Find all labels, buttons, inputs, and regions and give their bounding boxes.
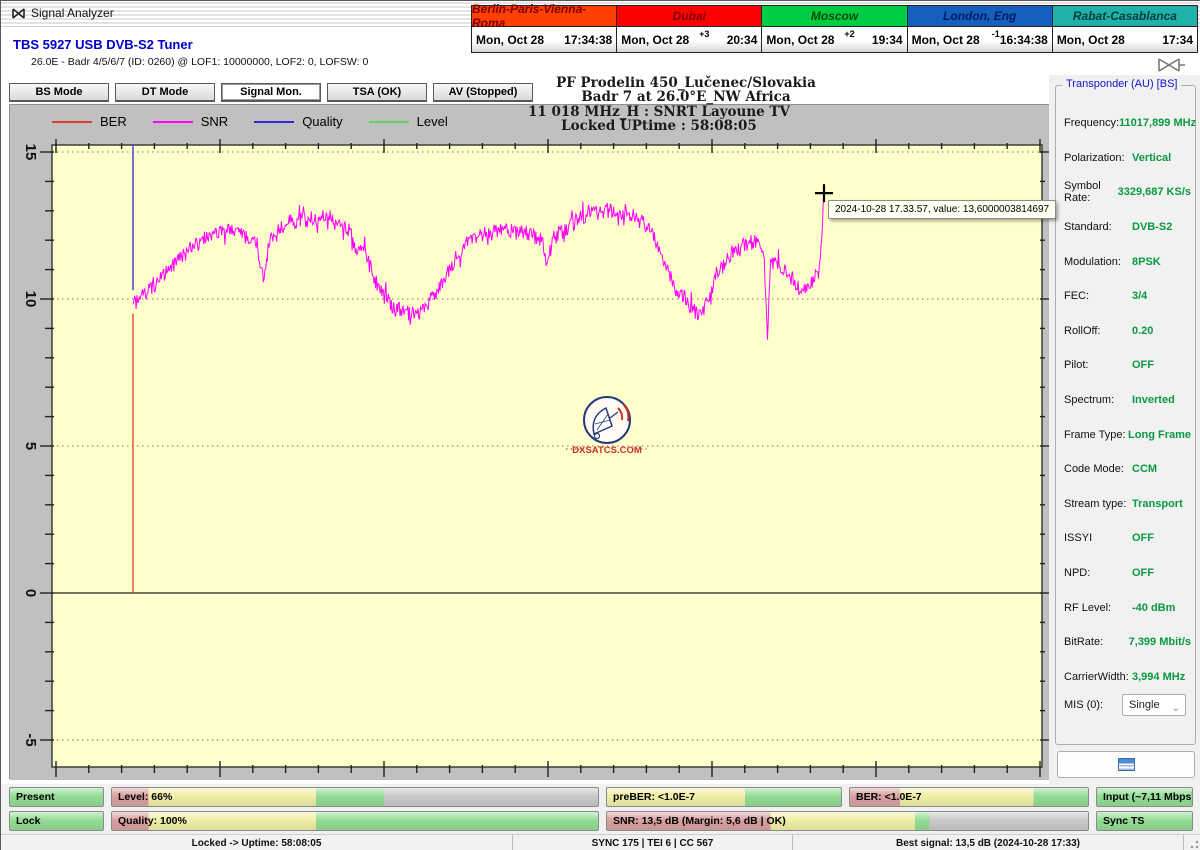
dxsatcs-watermark-logo: DXSATCS.COM — [566, 394, 648, 460]
ber-line-swatch — [52, 121, 92, 123]
bs-mode-button[interactable]: BS Mode — [9, 83, 109, 102]
transponder-row: BitRate:7,399 Mbit/s — [1064, 625, 1191, 660]
clock-time: 20:34 — [727, 33, 758, 47]
quality-meter: Quality: 100% — [111, 811, 599, 831]
clock-london: London, Eng Mon, Oct 28 -1 16:34:38 — [908, 6, 1053, 52]
clock-utc-offset: -1 — [992, 29, 1000, 39]
transponder-groupbox: Transponder (AU) [BS] Frequency:11017,89… — [1055, 85, 1196, 745]
clock-utc-offset: +3 — [699, 29, 709, 39]
dt-mode-button[interactable]: DT Mode — [115, 83, 215, 102]
tsa-button[interactable]: TSA (OK) — [327, 83, 427, 102]
transponder-row: RF Level:-40 dBm — [1064, 590, 1191, 625]
header-line4: Locked UPtime : 58:08:05 — [399, 119, 919, 133]
clock-date: Mon, Oct 28 — [912, 33, 980, 47]
meter-area: Present Level: 66% preBER: <1.0E-7 BER: … — [1, 784, 1200, 834]
signal-mon-button[interactable]: Signal Mon. — [221, 83, 321, 102]
clock-city-label: London, Eng — [908, 6, 1052, 27]
clock-date: Mon, Oct 28 — [621, 33, 689, 47]
status-uptime: Locked -> Uptime: 58:08:05 — [1, 835, 513, 850]
transponder-row: FEC:3/4 — [1064, 279, 1191, 314]
preber-meter: preBER: <1.0E-7 — [606, 787, 842, 807]
meter-row-1: Present Level: 66% preBER: <1.0E-7 BER: … — [9, 787, 1193, 807]
tuner-config: 26.0E - Badr 4/5/6/7 (ID: 0260) @ LOF1: … — [31, 56, 368, 68]
clock-city-label: Dubai — [617, 6, 761, 27]
transponder-row: Symbol Rate:3329,687 KS/s — [1064, 175, 1191, 210]
transponder-row: Standard:DVB-S2 — [1064, 210, 1191, 245]
world-clocks: Berlin-Paris-Vienna-Roma Mon, Oct 28 17:… — [471, 5, 1198, 53]
clock-time: 19:34 — [872, 33, 903, 47]
transponder-row: Pilot:OFF — [1064, 348, 1191, 383]
value-tooltip: 2024-10-28 17.33.57, value: 13,600000381… — [828, 200, 1056, 219]
transponder-row: Code Mode:CCM — [1064, 452, 1191, 487]
clock-time: 17:34 — [1162, 33, 1193, 47]
clock-berlin: Berlin-Paris-Vienna-Roma Mon, Oct 28 17:… — [472, 6, 617, 52]
signal-analyzer-window: Signal Analyzer TBS 5927 USB DVB-S2 Tune… — [0, 0, 1200, 850]
snr-meter: SNR: 13,5 dB (Margin: 5,6 dB | OK) — [606, 811, 1089, 831]
input-meter: Input (~7,11 Mbps) — [1096, 787, 1193, 807]
quality-line-swatch — [254, 121, 294, 123]
header-line3: 11 018 MHz_H : SNRT Layoune TV — [399, 105, 919, 119]
legend-item-snr: SNR — [153, 114, 228, 129]
legend-item-ber: BER — [52, 114, 127, 129]
mis-row: MIS (0): Single ⌄ — [1064, 694, 1189, 716]
y-axis-tick-label: 10 — [13, 286, 39, 312]
syncts-meter: Sync TS — [1096, 811, 1193, 831]
transponder-row: Stream type:Transport — [1064, 487, 1191, 522]
statusbar: Locked -> Uptime: 58:08:05 SYNC 175 | TE… — [1, 834, 1200, 850]
clock-city-label: Rabat-Casablanca — [1053, 6, 1197, 27]
transponder-row: Frequency:11017,899 MHz — [1064, 106, 1191, 141]
transponder-row: Polarization:Vertical — [1064, 141, 1191, 176]
y-axis-tick-label: 15 — [13, 139, 39, 165]
transponder-row: ISSYIOFF — [1064, 521, 1191, 556]
ber-meter: BER: <1.0E-7 — [849, 787, 1089, 807]
transponder-title: Transponder (AU) [BS] — [1062, 78, 1181, 90]
transponder-row: Spectrum:Inverted — [1064, 383, 1191, 418]
y-axis-tick-label: 5 — [13, 433, 39, 459]
clock-rabat: Rabat-Casablanca Mon, Oct 28 17:34 — [1053, 6, 1197, 52]
svg-text:DXSATCS.COM: DXSATCS.COM — [572, 445, 642, 456]
clock-moscow: Moscow Mon, Oct 28 +2 19:34 — [762, 6, 907, 52]
transponder-row: NPD:OFF — [1064, 556, 1191, 591]
status-sync: SYNC 175 | TEI 6 | CC 567 — [513, 835, 793, 850]
clock-time: 17:34:38 — [564, 33, 612, 47]
window-title: Signal Analyzer — [31, 6, 114, 20]
clock-date: Mon, Oct 28 — [1057, 33, 1125, 47]
transponder-row: Modulation:8PSK — [1064, 244, 1191, 279]
clock-city-label: Moscow — [762, 6, 906, 27]
mis-dropdown[interactable]: Single ⌄ — [1122, 694, 1186, 716]
resize-grip[interactable] — [1187, 837, 1200, 850]
y-axis-tick-label: 0 — [13, 580, 39, 606]
chart-header-bottom: 11 018 MHz_H : SNRT Layoune TV Locked UP… — [399, 105, 919, 133]
legend-item-quality: Quality — [254, 114, 342, 129]
y-axis-tick-label: -5 — [13, 727, 39, 753]
clock-time: 16:34:38 — [1000, 33, 1048, 47]
chart-header-top: PF Prodelin 450_Lučenec/Slovakia Badr 7 … — [426, 76, 946, 104]
chevron-down-icon: ⌄ — [1172, 699, 1180, 719]
satellite-dish-icon — [11, 6, 27, 22]
chart-legend: BER SNR Quality Level — [52, 114, 448, 129]
transponder-row: Frame Type:Long Frame — [1064, 417, 1191, 452]
header-line1: PF Prodelin 450_Lučenec/Slovakia — [426, 76, 946, 90]
transponder-row: CarrierWidth:3,994 MHz — [1064, 660, 1191, 695]
clock-dubai: Dubai Mon, Oct 28 +3 20:34 — [617, 6, 762, 52]
status-best-signal: Best signal: 13,5 dB (2024-10-28 17:33) — [793, 835, 1184, 850]
level-meter: Level: 66% — [111, 787, 599, 807]
transponder-row: RollOff:0.20 — [1064, 314, 1191, 349]
signal-chart[interactable]: BER SNR Quality Level 15 10 5 0 -5 2024-… — [9, 104, 1049, 779]
meter-view-button[interactable] — [1057, 751, 1195, 778]
header-line2: Badr 7 at 26.0°E_NW Africa — [426, 90, 946, 104]
meter-view-icon — [1118, 758, 1135, 771]
clock-utc-offset: +2 — [844, 29, 854, 39]
tuner-title: TBS 5927 USB DVB-S2 Tuner — [13, 37, 193, 52]
transponder-rows: Frequency:11017,899 MHz Polarization:Ver… — [1064, 106, 1191, 694]
satellite-dish-icon — [1155, 55, 1187, 75]
clock-date: Mon, Oct 28 — [766, 33, 834, 47]
clock-date: Mon, Oct 28 — [476, 33, 544, 47]
lock-meter: Lock — [9, 811, 104, 831]
snr-line-swatch — [153, 121, 193, 123]
clock-city-label: Berlin-Paris-Vienna-Roma — [472, 6, 616, 27]
meter-row-2: Lock Quality: 100% SNR: 13,5 dB (Margin:… — [9, 811, 1193, 831]
present-meter: Present — [9, 787, 104, 807]
